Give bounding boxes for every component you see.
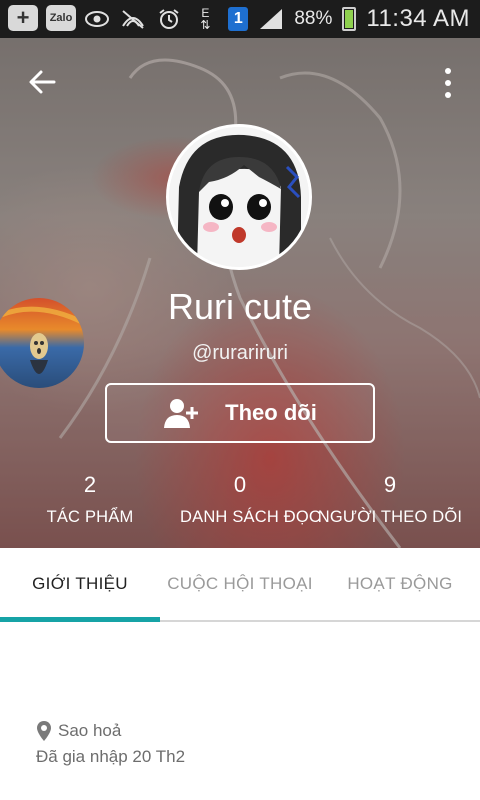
back-button[interactable] bbox=[26, 66, 58, 98]
tab-conversations[interactable]: CUỘC HỘI THOẠI bbox=[160, 548, 320, 620]
sim-1-icon: 1 bbox=[228, 7, 249, 31]
tab-about-label: GIỚI THIỆU bbox=[32, 574, 128, 593]
clock: 11:34 AM bbox=[366, 5, 470, 32]
tab-activity[interactable]: HOẠT ĐỘNG bbox=[320, 548, 480, 620]
battery-icon bbox=[342, 7, 357, 31]
location-pin-icon bbox=[37, 721, 51, 741]
stat-followers[interactable]: 9 NGƯỜI THEO DÕI bbox=[300, 472, 480, 527]
status-bar: + Zalo E ⇅ 1 88% 11:34 AM bbox=[0, 0, 480, 38]
sim-label: 1 bbox=[233, 10, 243, 27]
data-e-icon: E ⇅ bbox=[200, 6, 211, 32]
eye-icon bbox=[84, 6, 110, 32]
dot bbox=[445, 92, 451, 98]
add-person-icon bbox=[164, 399, 199, 428]
stat-followers-label: NGƯỜI THEO DÕI bbox=[317, 508, 463, 526]
stat-works-label: TÁC PHẨM bbox=[46, 508, 134, 526]
stat-works-value: 2 bbox=[83, 472, 97, 497]
tab-activity-label: HOẠT ĐỘNG bbox=[347, 574, 453, 593]
follow-button[interactable]: Theo dõi bbox=[105, 383, 375, 443]
profile-tabs: GIỚI THIỆU CUỘC HỘI THOẠI HOẠT ĐỘNG bbox=[0, 548, 480, 622]
more-options-button[interactable] bbox=[442, 68, 454, 98]
about-section: Sao hoả Đã gia nhập 20 Th2 bbox=[36, 718, 185, 770]
dot bbox=[445, 68, 451, 74]
signal-icon bbox=[258, 6, 284, 32]
anime-avatar-image bbox=[169, 127, 309, 267]
stat-reading-lists-label: DANH SÁCH ĐỌC bbox=[180, 508, 322, 526]
zalo-icon: Zalo bbox=[46, 5, 76, 31]
profile-stats: 2 TÁC PHẨM 0 DANH SÁCH ĐỌC 9 NGƯỜI THEO … bbox=[0, 472, 480, 527]
profile-header: Ruri cute @rurariruri Theo dõi 2 TÁC PHẨ… bbox=[0, 38, 480, 548]
profile-handle: @rurariruri bbox=[192, 342, 288, 364]
status-system-icons: E ⇅ 1 88% 11:34 AM bbox=[84, 0, 470, 38]
profile-name: Ruri cute bbox=[167, 286, 313, 327]
battery-fill bbox=[345, 10, 354, 28]
stat-reading-lists[interactable]: 0 DANH SÁCH ĐỌC bbox=[180, 472, 322, 527]
arrow-left-icon bbox=[29, 70, 56, 94]
battery-percent: 88% bbox=[294, 8, 333, 29]
status-notifications: + Zalo bbox=[8, 5, 76, 31]
follow-button-label: Theo dõi bbox=[225, 400, 317, 425]
profile-avatar[interactable] bbox=[166, 124, 312, 270]
dot bbox=[445, 80, 451, 86]
location-text: Sao hoả bbox=[58, 721, 122, 740]
stat-works[interactable]: 2 TÁC PHẨM bbox=[0, 472, 180, 527]
active-tab-indicator bbox=[0, 617, 160, 622]
tab-conversations-label: CUỘC HỘI THOẠI bbox=[167, 574, 313, 593]
stat-reading-lists-value: 0 bbox=[233, 472, 247, 497]
add-notification-icon: + bbox=[8, 5, 38, 31]
location-row: Sao hoả bbox=[36, 718, 185, 744]
tab-about[interactable]: GIỚI THIỆU bbox=[0, 548, 160, 622]
alarm-icon bbox=[156, 6, 182, 32]
joined-row: Đã gia nhập 20 Th2 bbox=[36, 744, 185, 770]
stat-followers-value: 9 bbox=[383, 472, 397, 497]
no-signal-icon bbox=[120, 6, 146, 32]
joined-text: Đã gia nhập 20 Th2 bbox=[36, 747, 186, 766]
zalo-label: Zalo bbox=[49, 12, 73, 24]
